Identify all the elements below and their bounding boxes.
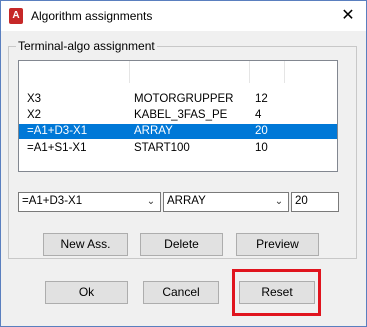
reset-highlight-box: [232, 269, 321, 316]
title-bar: A Algorithm assignments ✕: [1, 1, 366, 31]
ok-button[interactable]: Ok: [45, 281, 128, 304]
list-row[interactable]: X3 MOTORGRUPPER 12: [19, 92, 337, 107]
list-header: [19, 61, 337, 85]
window-title: Algorithm assignments: [31, 9, 153, 23]
list-row-selected[interactable]: =A1+D3-X1 ARRAY 20: [19, 124, 337, 139]
list-row[interactable]: X2 KABEL_3FAS_PE 4: [19, 108, 337, 123]
list-row[interactable]: =A1+S1-X1 START100 10: [19, 141, 337, 156]
number-field-value: 20: [295, 195, 308, 207]
terminal-cell: =A1+S1-X1: [27, 142, 87, 154]
delete-button[interactable]: Delete: [140, 233, 223, 256]
chevron-down-icon[interactable]: ⌄: [272, 194, 286, 210]
value-cell: 20: [255, 125, 268, 137]
cancel-button[interactable]: Cancel: [143, 281, 219, 304]
value-cell: 4: [255, 109, 262, 121]
preview-button[interactable]: Preview: [236, 233, 319, 256]
group-label: Terminal-algo assignment: [16, 39, 157, 53]
column-separator[interactable]: [284, 61, 285, 83]
close-icon[interactable]: ✕: [338, 6, 358, 26]
value-cell: 10: [255, 142, 268, 154]
algo-cell: KABEL_3FAS_PE: [134, 109, 228, 121]
number-field[interactable]: 20: [291, 192, 339, 212]
terminal-dropdown[interactable]: =A1+D3-X1 ⌄: [18, 192, 161, 212]
column-separator[interactable]: [249, 61, 250, 83]
terminal-cell: X3: [27, 93, 42, 105]
terminal-dropdown-value: =A1+D3-X1: [22, 195, 83, 207]
new-ass-button[interactable]: New Ass.: [43, 233, 128, 256]
algo-cell: ARRAY: [134, 125, 173, 137]
algo-dropdown[interactable]: ARRAY ⌄: [163, 192, 289, 212]
terminal-cell: =A1+D3-X1: [27, 125, 88, 137]
terminal-cell: X2: [27, 109, 42, 121]
chevron-down-icon[interactable]: ⌄: [144, 194, 158, 210]
algo-cell: START100: [134, 142, 190, 154]
app-logo-icon: A: [9, 8, 23, 24]
assignment-list[interactable]: X3 MOTORGRUPPER 12 X2 KABEL_3FAS_PE 4 =A…: [18, 60, 338, 172]
column-separator[interactable]: [129, 61, 130, 83]
value-cell: 12: [255, 93, 268, 105]
algo-cell: MOTORGRUPPER: [134, 93, 234, 105]
algo-dropdown-value: ARRAY: [167, 195, 206, 207]
